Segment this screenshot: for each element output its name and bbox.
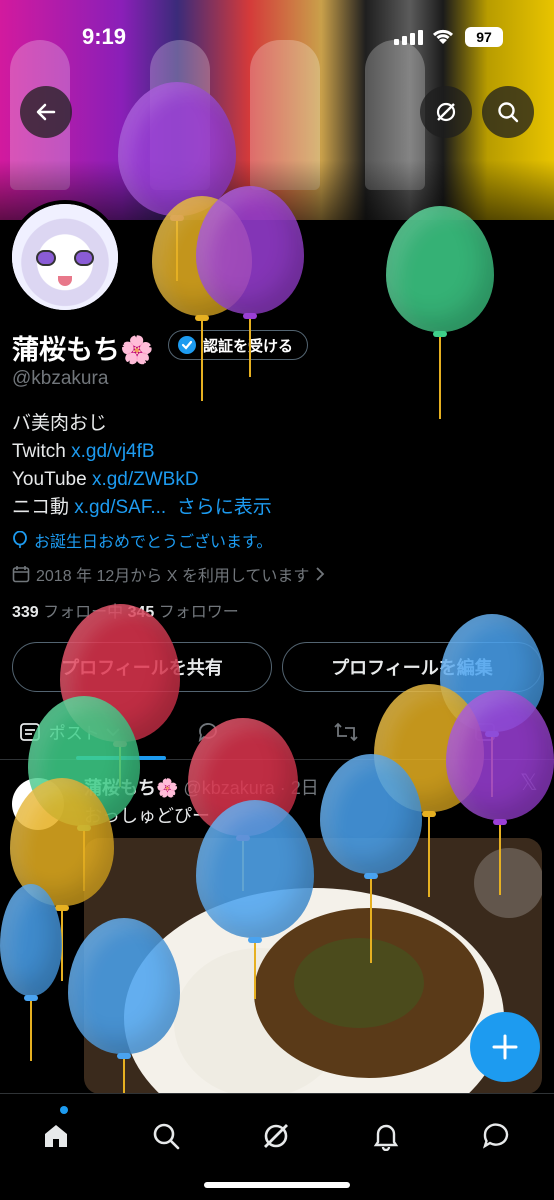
back-button[interactable] bbox=[20, 86, 72, 138]
reply-icon bbox=[198, 722, 217, 742]
cellular-signal-icon bbox=[394, 30, 423, 45]
verified-badge-icon bbox=[178, 336, 196, 354]
home-icon bbox=[45, 1125, 67, 1147]
balloon-decoration bbox=[386, 206, 494, 419]
youtube-link[interactable]: x.gd/ZWBkD bbox=[92, 469, 199, 490]
profile-name: 蒲桜もち🌸 bbox=[12, 335, 154, 365]
tab-replies[interactable] bbox=[139, 704, 278, 759]
media-icon bbox=[474, 722, 495, 741]
x-logo-icon: 𝕏 bbox=[520, 770, 538, 795]
search-button[interactable] bbox=[482, 86, 534, 138]
posts-icon bbox=[19, 722, 40, 741]
message-icon bbox=[482, 1123, 509, 1149]
profile-handle: @kbzakura bbox=[12, 368, 109, 389]
following-link[interactable]: 339 フォロー中 bbox=[12, 604, 128, 621]
status-bar: 9:19 97 bbox=[0, 0, 554, 70]
get-verified-label: 認証を受ける bbox=[203, 337, 294, 355]
plus-icon bbox=[492, 1034, 518, 1060]
tab-media[interactable] bbox=[416, 704, 554, 759]
repost-icon bbox=[334, 722, 358, 741]
chevron-down-icon bbox=[106, 727, 120, 736]
calendar-icon bbox=[12, 566, 30, 583]
bio-line: Twitch x.gd/vj4fB bbox=[12, 441, 155, 462]
nav-grok[interactable] bbox=[256, 1116, 296, 1156]
bio-line: ニコ動 x.gd/SAF... さらに表示 bbox=[12, 497, 272, 518]
tab-posts[interactable]: ポスト bbox=[0, 704, 139, 759]
follow-stats: 339 フォロー中 345 フォロワー bbox=[12, 598, 239, 622]
share-profile-button[interactable]: プロフィールを共有 bbox=[12, 642, 272, 692]
wifi-icon bbox=[432, 29, 454, 44]
get-verified-button[interactable]: 認証を受ける bbox=[168, 330, 309, 360]
search-icon bbox=[153, 1123, 180, 1150]
profile-avatar[interactable] bbox=[8, 200, 122, 314]
joined-text: 2018 年 12月から X を利用しています bbox=[36, 568, 310, 585]
search-icon bbox=[498, 102, 519, 123]
nav-notifications[interactable] bbox=[366, 1116, 406, 1156]
home-indicator bbox=[204, 1182, 350, 1188]
active-tab-indicator bbox=[76, 756, 166, 760]
balloon-decoration bbox=[0, 884, 62, 1061]
nav-home[interactable] bbox=[36, 1116, 76, 1156]
post-author: 蒲桜もち🌸 bbox=[84, 778, 179, 798]
compose-post-button[interactable] bbox=[470, 1012, 540, 1082]
profile-tabs: ポスト bbox=[0, 704, 554, 760]
profile-bio: バ美肉おじ Twitch x.gd/vj4fB YouTube x.gd/ZWB… bbox=[12, 410, 272, 522]
nav-messages[interactable] bbox=[476, 1116, 516, 1156]
chevron-right-icon bbox=[316, 567, 325, 581]
birthday-line: お誕生日おめでとうございます。 bbox=[12, 528, 272, 552]
post-avatar[interactable] bbox=[12, 778, 64, 830]
bell-icon bbox=[373, 1124, 399, 1151]
home-unread-dot bbox=[60, 1106, 68, 1114]
bio-line: バ美肉おじ bbox=[12, 413, 108, 434]
grok-icon bbox=[436, 102, 456, 122]
birthday-text: お誕生日おめでとうございます。 bbox=[34, 534, 273, 551]
arrow-left-icon bbox=[36, 103, 56, 121]
grok-icon bbox=[264, 1124, 288, 1148]
status-time: 9:19 bbox=[82, 24, 127, 49]
show-more-link[interactable]: さらに表示 bbox=[177, 497, 272, 518]
tab-reposts[interactable] bbox=[277, 704, 416, 759]
tab-posts-label: ポスト bbox=[48, 724, 100, 743]
post-meta: @kbzakura · 2日 bbox=[178, 778, 319, 798]
balloon-icon bbox=[13, 531, 27, 548]
post-header: 蒲桜もち🌸 @kbzakura · 2日 bbox=[84, 774, 319, 800]
twitch-link[interactable]: x.gd/vj4fB bbox=[71, 441, 154, 462]
battery-indicator: 97 bbox=[465, 27, 503, 47]
edit-profile-button[interactable]: プロフィールを編集 bbox=[282, 642, 542, 692]
nav-search[interactable] bbox=[146, 1116, 186, 1156]
nico-link[interactable]: x.gd/SAF... bbox=[74, 497, 166, 518]
post-text: おっしゅどぴー bbox=[84, 806, 210, 826]
followers-link[interactable]: 345 フォロワー bbox=[128, 604, 239, 621]
joined-line[interactable]: 2018 年 12月から X を利用しています bbox=[12, 562, 325, 586]
grok-button[interactable] bbox=[420, 86, 472, 138]
bio-line: YouTube x.gd/ZWBkD bbox=[12, 469, 199, 490]
